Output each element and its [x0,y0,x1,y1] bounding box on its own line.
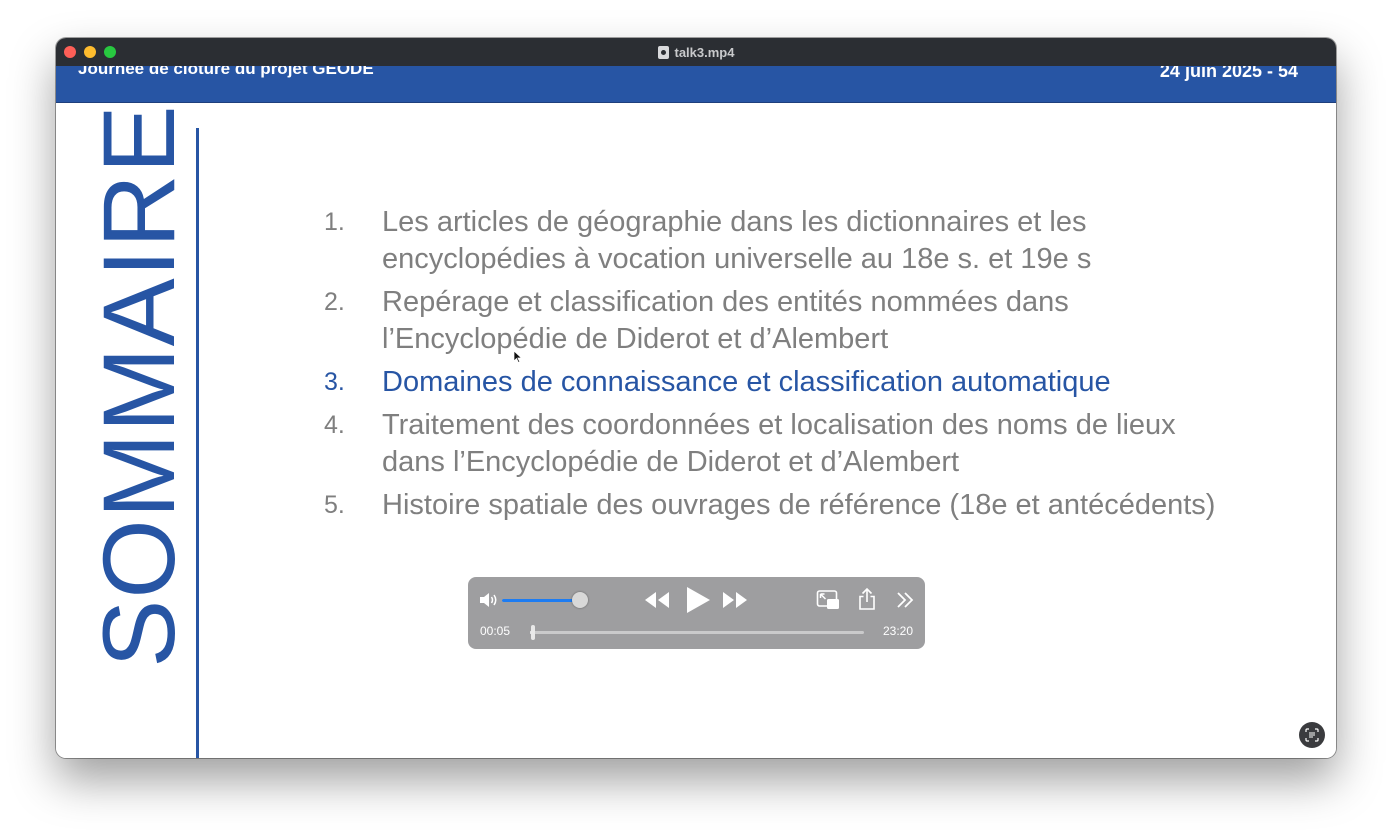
toc-item-number: 3. [324,368,345,396]
playback-scrubber[interactable] [530,625,864,640]
total-time: 23:20 [882,624,913,638]
playback-controls: 00:05 23:20 [468,577,925,649]
mouse-cursor-icon [514,351,522,363]
rewind-icon[interactable] [644,590,670,610]
fast-forward-icon[interactable] [722,590,748,610]
side-title-container: SOMMAIRE [82,104,196,667]
window-title: talk3.mp4 [674,44,735,60]
toc-item: 1. Les articles de géographie dans les di… [324,204,1224,278]
toc-item-number: 5. [324,491,345,519]
toc-item-number: 4. [324,411,345,439]
vertical-divider [196,128,199,758]
share-icon[interactable] [857,587,877,611]
toc-item-text: Histoire spatiale des ouvrages de référe… [382,489,1216,521]
video-document-icon [657,45,669,59]
toc-item-number: 1. [324,208,345,236]
toc-item: 3. Domaines de connaissance et classifica… [324,364,1224,401]
toc-item-text: Domaines de connaissance et classificati… [382,366,1111,398]
side-title: SOMMAIRE [82,104,196,668]
play-icon[interactable] [682,585,712,615]
toc-item-text: Repérage et classification des entités n… [382,286,1069,355]
chevron-double-right-icon[interactable] [894,589,916,611]
slide-header-bar: Journée de clôture du projet GEODE 24 ju… [56,66,1336,103]
live-text-button[interactable] [1299,722,1325,748]
picture-in-picture-icon[interactable] [816,589,840,611]
volume-slider[interactable] [502,592,589,608]
speaker-icon[interactable] [479,592,499,608]
playback-scrubber-knob[interactable] [531,625,536,640]
toc-item: 5. Histoire spatiale des ouvrages de réfé… [324,487,1224,524]
toc-item-number: 2. [324,288,345,316]
slide-header-right: 24 juin 2025 - 54 [1159,66,1298,81]
title-bar[interactable]: talk3.mp4 [56,38,1336,66]
current-time: 00:05 [480,624,511,638]
window-title-group: talk3.mp4 [56,38,1336,66]
volume-slider-knob[interactable] [572,592,589,608]
toc-item: 4. Traitement des coordonnées et localisa… [324,407,1224,481]
slide-header-left: Journée de clôture du projet GEODE [78,66,374,78]
volume-slider-fill [502,599,581,602]
table-of-contents: 1. Les articles de géographie dans les di… [324,204,1224,530]
toc-item-text: Les articles de géographie dans les dict… [382,206,1092,275]
video-frame[interactable]: Journée de clôture du projet GEODE 24 ju… [56,66,1336,758]
toc-item: 2. Repérage et classification des entités… [324,284,1224,358]
live-text-icon [1305,728,1319,742]
toc-item-text: Traitement des coordonnées et localisati… [382,409,1176,478]
player-window: talk3.mp4 Journée de clôture du projet G… [56,38,1336,758]
